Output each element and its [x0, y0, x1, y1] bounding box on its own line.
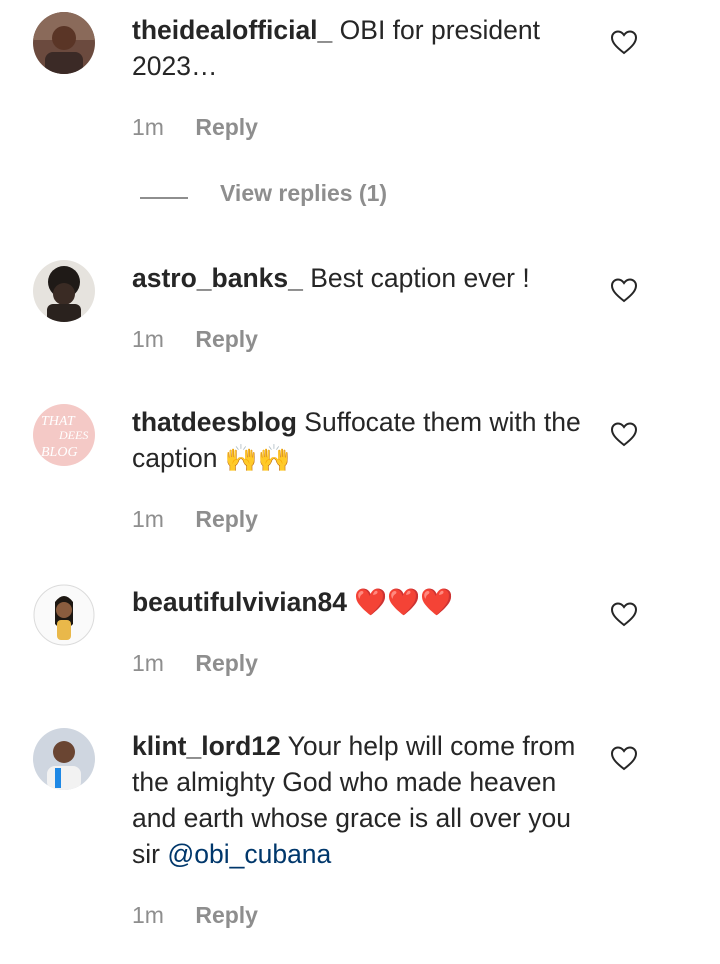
blog-logo-avatar[interactable]: THAT DEES BLOG — [33, 404, 95, 466]
comment-meta: 1m Reply — [132, 326, 258, 353]
user-avatar[interactable] — [33, 12, 95, 74]
heart-icon[interactable] — [610, 29, 638, 55]
comment-username[interactable]: astro_banks_ — [132, 263, 303, 293]
comment-text: astro_banks_ Best caption ever ! — [132, 260, 592, 296]
comment-time: 1m — [132, 114, 164, 140]
comment-meta: 1m Reply — [132, 650, 258, 677]
comment-username[interactable]: beautifulvivian84 — [132, 587, 347, 617]
comment-username[interactable]: theidealofficial_ — [132, 15, 332, 45]
reply-button[interactable]: Reply — [195, 326, 258, 352]
reply-button[interactable]: Reply — [195, 506, 258, 532]
comment-text: theidealofficial_ OBI for president 2023… — [132, 12, 592, 84]
comment-time: 1m — [132, 506, 164, 532]
comment-username[interactable]: thatdeesblog — [132, 407, 297, 437]
comment-body: Best caption ever ! — [310, 263, 530, 293]
comment-time: 1m — [132, 902, 164, 928]
comment-body: ❤️❤️❤️ — [354, 587, 454, 617]
reply-button[interactable]: Reply — [195, 114, 258, 140]
replies-divider-line — [140, 197, 188, 199]
comment-text: thatdeesblog Suffocate them with the cap… — [132, 404, 592, 476]
mention-link[interactable]: @obi_cubana — [167, 839, 331, 869]
reply-button[interactable]: Reply — [195, 650, 258, 676]
heart-icon[interactable] — [610, 277, 638, 303]
comment-text: beautifulvivian84 ❤️❤️❤️ — [132, 584, 592, 620]
comment-text: klint_lord12 Your help will come from th… — [132, 728, 592, 872]
comment-username[interactable]: klint_lord12 — [132, 731, 281, 761]
svg-text:BLOG: BLOG — [41, 445, 78, 460]
comment-meta: 1m Reply — [132, 506, 258, 533]
heart-icon[interactable] — [610, 601, 638, 627]
svg-text:THAT: THAT — [41, 414, 76, 429]
svg-text:DEES: DEES — [58, 428, 88, 442]
user-avatar[interactable] — [33, 584, 95, 646]
comment-meta: 1m Reply — [132, 114, 258, 141]
view-replies-label[interactable]: View replies (1) — [220, 180, 387, 207]
heart-icon[interactable] — [610, 421, 638, 447]
heart-icon[interactable] — [610, 745, 638, 771]
user-avatar[interactable] — [33, 728, 95, 790]
reply-button[interactable]: Reply — [195, 902, 258, 928]
comment-time: 1m — [132, 650, 164, 676]
comment-meta: 1m Reply — [132, 902, 258, 929]
comment-time: 1m — [132, 326, 164, 352]
user-avatar[interactable] — [33, 260, 95, 322]
